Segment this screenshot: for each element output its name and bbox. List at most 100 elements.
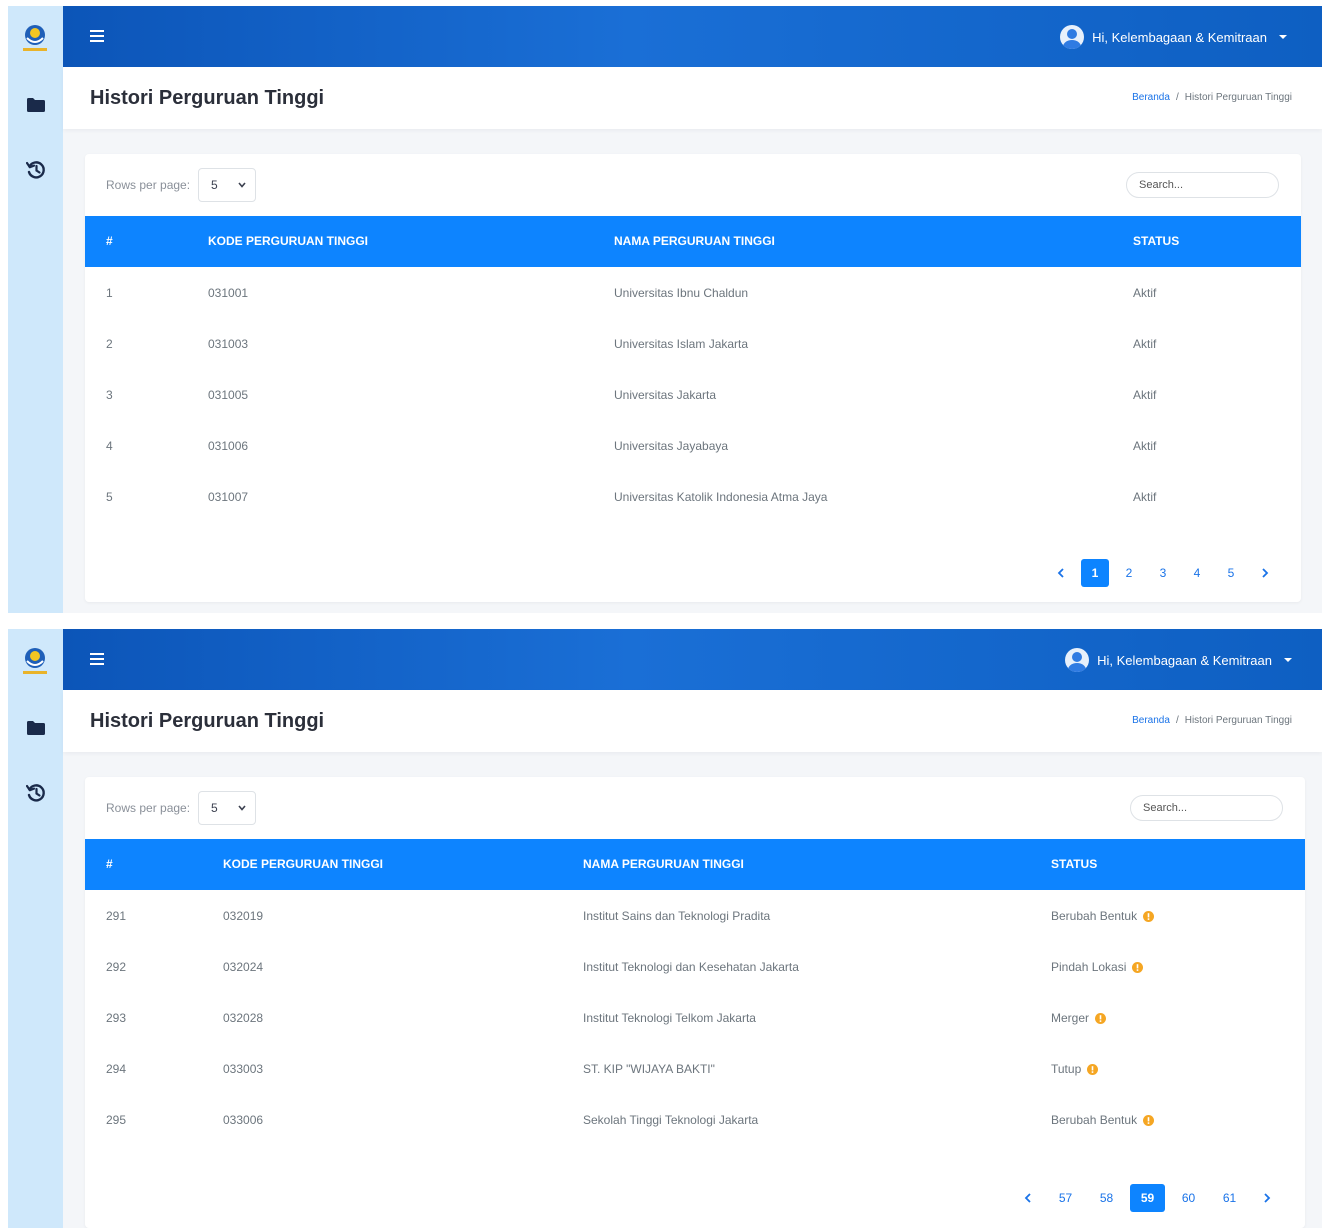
breadcrumb-separator: /	[1175, 715, 1179, 726]
cell-kode: 031003	[208, 337, 249, 351]
column-header-number[interactable]: #	[106, 857, 113, 871]
search-input[interactable]: Search...	[1126, 172, 1279, 198]
cell-status: Aktif	[1133, 337, 1157, 351]
cell-number: 293	[106, 1011, 127, 1025]
column-header-status[interactable]: STATUS	[1133, 234, 1179, 248]
cell-status: Berubah Bentuk	[1051, 909, 1155, 923]
cell-nama: Universitas Jayabaya	[614, 439, 729, 453]
breadcrumb-current: Histori Perguruan Tinggi	[1184, 92, 1292, 103]
status-text: Pindah Lokasi	[1051, 960, 1127, 974]
cell-nama: Institut Teknologi dan Kesehatan Jakarta	[583, 960, 799, 974]
caret-down-icon	[1279, 35, 1287, 39]
pagination-page-button[interactable]: 1	[1081, 559, 1109, 587]
status-text: Tutup	[1051, 1062, 1082, 1076]
chevron-left-icon	[1024, 1193, 1031, 1203]
table-row[interactable]: 3 031005 Universitas Jakarta Aktif	[85, 369, 1301, 420]
cell-kode: 033003	[223, 1062, 264, 1076]
content-header: Histori Perguruan Tinggi Beranda / Histo…	[63, 67, 1322, 129]
pagination-page-button[interactable]: 61	[1212, 1184, 1247, 1212]
sidebar	[8, 629, 63, 1228]
pagination-prev-button[interactable]	[1014, 1184, 1042, 1212]
cell-status: Berubah Bentuk	[1051, 1113, 1155, 1127]
chevron-right-icon	[1262, 568, 1269, 578]
avatar	[1060, 25, 1085, 49]
user-menu[interactable]: Hi, Kelembagaan & Kemitraan	[1065, 647, 1292, 673]
pagination: 1 2 3 4 5	[1047, 559, 1279, 587]
info-icon[interactable]	[1132, 961, 1144, 973]
table-row[interactable]: 1 031001 Universitas Ibnu Chaldun Aktif	[85, 267, 1301, 318]
cell-number: 3	[106, 388, 113, 402]
user-greeting: Hi, Kelembagaan & Kemitraan	[1092, 29, 1267, 45]
cell-status: Aktif	[1133, 388, 1157, 402]
search-input[interactable]: Search...	[1130, 795, 1283, 821]
info-icon[interactable]	[1087, 1063, 1099, 1075]
rows-per-page: Rows per page: 5	[106, 168, 257, 202]
menu-toggle-icon[interactable]	[90, 30, 104, 42]
folder-icon[interactable]	[27, 721, 45, 735]
pagination-next-button[interactable]	[1253, 1184, 1281, 1212]
rows-per-page-select[interactable]: 5	[198, 168, 257, 202]
table-row[interactable]: 295 033006 Sekolah Tinggi Teknologi Jaka…	[85, 1094, 1305, 1145]
tut-wuri-logo-icon[interactable]	[21, 24, 49, 54]
info-icon[interactable]	[1143, 1114, 1155, 1126]
column-header-nama[interactable]: NAMA PERGURUAN TINGGI	[614, 234, 775, 248]
column-header-nama[interactable]: NAMA PERGURUAN TINGGI	[583, 857, 744, 871]
screenshot-panel-2: Hi, Kelembagaan & Kemitraan Histori Perg…	[8, 629, 1322, 1228]
cell-status: Aktif	[1133, 286, 1157, 300]
user-menu[interactable]: Hi, Kelembagaan & Kemitraan	[1060, 24, 1287, 50]
chevron-down-icon	[238, 805, 246, 811]
table-row[interactable]: 294 033003 ST. KIP "WIJAYA BAKTI" Tutup	[85, 1043, 1305, 1094]
content-header: Histori Perguruan Tinggi Beranda / Histo…	[63, 690, 1322, 752]
tut-wuri-logo-icon[interactable]	[21, 647, 49, 677]
column-header-kode[interactable]: KODE PERGURUAN TINGGI	[223, 857, 383, 871]
page-title: Histori Perguruan Tinggi	[90, 710, 325, 732]
chevron-down-icon	[238, 182, 246, 188]
table-row[interactable]: 292 032024 Institut Teknologi dan Keseha…	[85, 941, 1305, 992]
screenshot-panel-1: Hi, Kelembagaan & Kemitraan Histori Perg…	[8, 6, 1322, 613]
column-header-status[interactable]: STATUS	[1051, 857, 1097, 871]
pagination-page-button[interactable]: 4	[1183, 559, 1211, 587]
pagination-page-button[interactable]: 59	[1130, 1184, 1165, 1212]
rows-per-page-select[interactable]: 5	[198, 791, 257, 825]
breadcrumb: Beranda / Histori Perguruan Tinggi	[1132, 715, 1292, 726]
breadcrumb-home-link[interactable]: Beranda	[1132, 715, 1170, 726]
cell-number: 295	[106, 1113, 127, 1127]
history-icon[interactable]	[26, 160, 46, 180]
pagination-page-button[interactable]: 5	[1217, 559, 1245, 587]
table-row[interactable]: 291 032019 Institut Sains dan Teknologi …	[85, 890, 1305, 941]
pagination-page-button[interactable]: 58	[1089, 1184, 1124, 1212]
breadcrumb-separator: /	[1175, 92, 1179, 103]
chevron-left-icon	[1057, 568, 1064, 578]
pagination: 57 58 59 60 61	[1014, 1184, 1281, 1212]
cell-nama: Institut Sains dan Teknologi Pradita	[583, 909, 771, 923]
column-header-kode[interactable]: KODE PERGURUAN TINGGI	[208, 234, 368, 248]
cell-number: 2	[106, 337, 113, 351]
history-icon[interactable]	[26, 783, 46, 803]
pagination-page-button[interactable]: 57	[1048, 1184, 1083, 1212]
table-row[interactable]: 5 031007 Universitas Katolik Indonesia A…	[85, 471, 1301, 522]
table-row[interactable]: 293 032028 Institut Teknologi Telkom Jak…	[85, 992, 1305, 1043]
table-row[interactable]: 2 031003 Universitas Islam Jakarta Aktif	[85, 318, 1301, 369]
rows-per-page-label: Rows per page:	[106, 178, 191, 192]
cell-nama: Universitas Islam Jakarta	[614, 337, 749, 351]
column-header-number[interactable]: #	[106, 234, 113, 248]
chevron-right-icon	[1264, 1193, 1271, 1203]
cell-nama: Institut Teknologi Telkom Jakarta	[583, 1011, 756, 1025]
cell-status: Aktif	[1133, 439, 1157, 453]
cell-kode: 032028	[223, 1011, 264, 1025]
menu-toggle-icon[interactable]	[90, 653, 104, 665]
pagination-prev-button[interactable]	[1047, 559, 1075, 587]
folder-icon[interactable]	[27, 98, 45, 112]
cell-kode: 031001	[208, 286, 249, 300]
pagination-next-button[interactable]	[1251, 559, 1279, 587]
breadcrumb-home-link[interactable]: Beranda	[1132, 92, 1170, 103]
info-icon[interactable]	[1095, 1012, 1107, 1024]
cell-nama: Universitas Katolik Indonesia Atma Jaya	[614, 490, 828, 504]
table-row[interactable]: 4 031006 Universitas Jayabaya Aktif	[85, 420, 1301, 471]
user-greeting: Hi, Kelembagaan & Kemitraan	[1097, 652, 1272, 668]
info-icon[interactable]	[1143, 910, 1155, 922]
breadcrumb-current: Histori Perguruan Tinggi	[1184, 715, 1292, 726]
pagination-page-button[interactable]: 60	[1171, 1184, 1206, 1212]
pagination-page-button[interactable]: 3	[1149, 559, 1177, 587]
pagination-page-button[interactable]: 2	[1115, 559, 1143, 587]
